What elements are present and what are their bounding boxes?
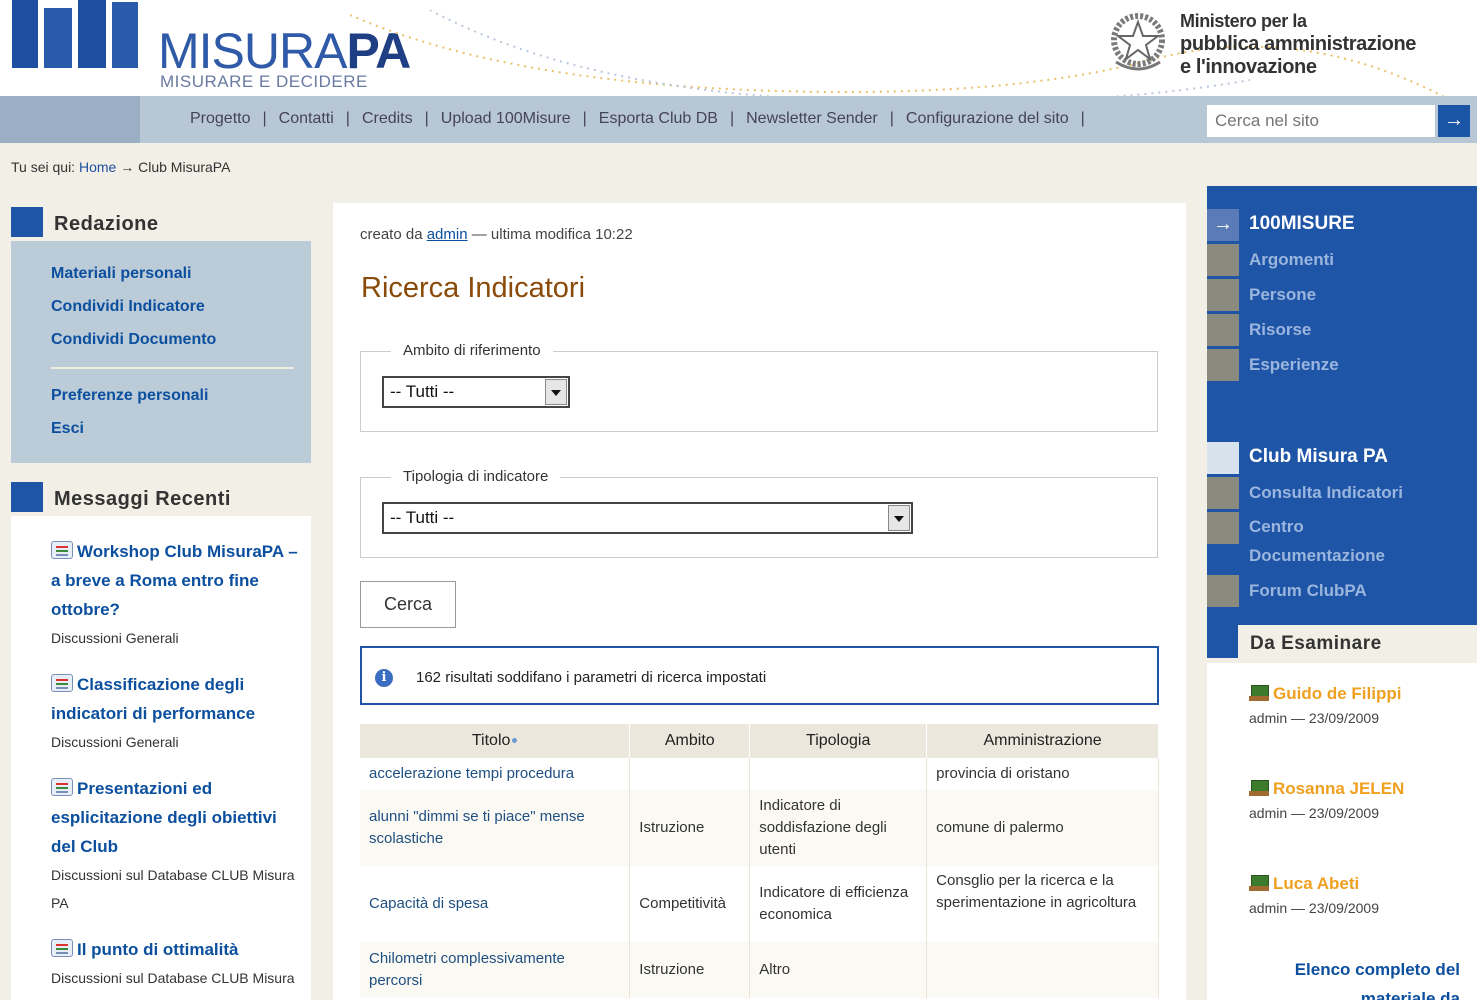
search-input[interactable] [1207,105,1435,137]
review-item: Luca Abeti admin — 23/09/2009 [1249,874,1379,916]
nav-argomenti[interactable]: Argomenti [1207,244,1477,276]
tipologia-select[interactable]: -- Tutti -- [382,502,913,534]
search-submit-button[interactable]: → [1438,105,1470,137]
arrow-right-icon: → [1207,209,1239,241]
col-tipologia[interactable]: Tipologia [749,724,928,758]
chevron-down-icon [888,505,910,531]
nav-risorse[interactable]: Risorse [1207,314,1477,346]
menu-condividi-documento[interactable]: Condividi Documento [51,331,216,349]
breadcrumb-current: Club MisuraPA [138,159,231,175]
page-title: Ricerca Indicatori [361,272,586,304]
nav-configurazione[interactable]: Configurazione del sito [894,110,1081,127]
ministry-title: Ministero per la pubblica amministrazion… [1180,11,1417,78]
row-title-link[interactable]: Chilometri complessivamente percorsi [360,942,631,998]
menu-preferenze-personali[interactable]: Preferenze personali [51,387,208,405]
forum-icon [51,939,73,957]
da-esaminare-header: Da Esaminare [1238,625,1477,663]
row-title-link[interactable]: Capacità di spesa [360,866,631,942]
table-row: alunni "dimmi se ti piace" mense scolast… [360,790,1159,866]
nav-centro-documentazione[interactable]: Centro Documentazione [1207,512,1477,572]
tipologia-fieldset: Tipologia di indicatore -- Tutti -- [360,468,1158,558]
sort-icon [512,738,518,744]
menu-materiali-personali[interactable]: Materiali personali [51,265,192,283]
breadcrumb: Tu sei qui: Home → Club MisuraPA [11,159,231,175]
nav-esperienze[interactable]: Esperienze [1207,349,1477,381]
col-amministrazione[interactable]: Amministrazione [926,724,1159,758]
info-icon: i [375,669,393,687]
menu-divider [51,367,294,369]
col-ambito[interactable]: Ambito [629,724,751,758]
recent-messages: Workshop Club MisuraPA – a breve a Roma … [11,516,311,1000]
logo-subtitle: MISURARE E DECIDERE [160,72,368,91]
nav-forum-clubpa[interactable]: Forum ClubPA [1207,575,1477,607]
author-link[interactable]: admin [427,226,468,243]
message-item: Presentazioni ed esplicitazione degli ob… [51,778,295,911]
menu-condividi-indicatore[interactable]: Condividi Indicatore [51,298,205,316]
row-title-link[interactable]: alunni "dimmi se ti piace" mense scolast… [360,790,631,866]
nav-contatti[interactable]: Contatti [267,110,346,127]
table-row: Capacità di spesa Competitività Indicato… [360,866,1159,942]
menu-esci[interactable]: Esci [51,420,84,438]
message-item: Workshop Club MisuraPA – a breve a Roma … [51,541,298,646]
forum-icon [51,674,73,692]
row-title-link[interactable]: accelerazione tempi procedura [360,758,631,790]
forum-icon [51,541,73,559]
message-item: Il punto di ottimalità Discussioni sul D… [51,939,295,1000]
teacher-icon [1249,875,1269,891]
chevron-down-icon [545,379,567,405]
review-item: Guido de Filippi admin — 23/09/2009 [1249,684,1402,726]
cerca-button[interactable]: Cerca [360,581,456,628]
breadcrumb-home[interactable]: Home [79,159,116,175]
nav-upload[interactable]: Upload 100Misure [429,110,583,127]
message-item: Classificazione degli indicatori di perf… [51,674,256,750]
redazione-menu: Materiali personali Condividi Indicatore… [11,241,311,463]
messaggi-header: Messaggi Recenti [11,478,311,516]
top-nav-links: Progetto | Contatti | Credits | Upload 100Misu… [178,110,1085,128]
document-byline: creato da admin — ultima modifica 10:22 [360,226,633,243]
results-info: i 162 risultati soddifano i parametri di… [360,646,1159,705]
redazione-header: Redazione [11,203,311,241]
nav-club-misura-pa[interactable]: Club Misura PA [1207,442,1477,474]
nav-persone[interactable]: Persone [1207,279,1477,311]
nav-credits[interactable]: Credits [350,110,425,127]
review-item: Rosanna JELEN admin — 23/09/2009 [1249,779,1405,821]
teacher-icon [1249,780,1269,796]
table-row: Chilometri complessivamente percorsi Ist… [360,942,1159,998]
nav-esporta[interactable]: Esporta Club DB [587,110,730,127]
forum-icon [51,778,73,796]
nav-consulta-indicatori[interactable]: Consulta Indicatori [1207,477,1477,509]
nav-newsletter[interactable]: Newsletter Sender [734,110,890,127]
ambito-select[interactable]: -- Tutti -- [382,376,570,408]
nav-100misure[interactable]: → 100MISURE [1207,209,1477,241]
table-row: accelerazione tempi procedura provincia … [360,758,1159,790]
nav-progetto[interactable]: Progetto [178,110,262,127]
full-list-link[interactable]: Elenco completo del materiale da [1240,955,1460,1000]
col-titolo[interactable]: Titolo [360,724,631,758]
teacher-icon [1249,685,1269,701]
ambito-fieldset: Ambito di riferimento -- Tutti -- [360,342,1158,432]
results-table: Titolo Ambito Tipologia Amministrazione … [360,724,1159,998]
republic-emblem-icon [1111,13,1165,71]
